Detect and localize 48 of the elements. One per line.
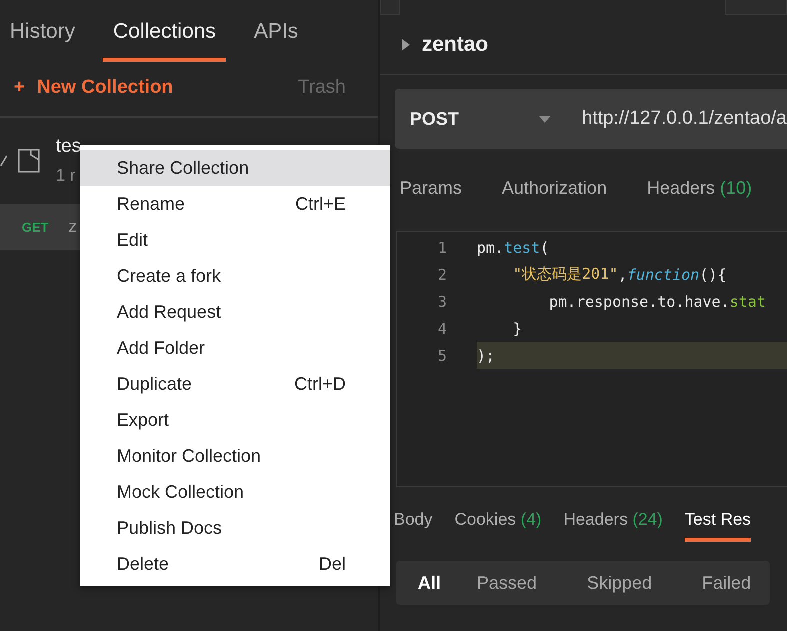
- response-tab[interactable]: Test Res: [684, 502, 752, 542]
- menu-item[interactable]: Monitor Collection: [80, 438, 390, 474]
- menu-item[interactable]: Delete Del: [80, 546, 390, 582]
- response-tab[interactable]: Headers (24): [564, 502, 663, 542]
- caret-icon[interactable]: [402, 39, 410, 51]
- response-tab[interactable]: Cookies (4): [454, 502, 542, 542]
- url-field[interactable]: http://127.0.0.1/zentao/a: [582, 108, 787, 130]
- filter-option[interactable]: Skipped: [537, 572, 652, 594]
- code-line: pm.test(: [477, 238, 550, 258]
- line-number: 5: [436, 346, 448, 364]
- collection-meta: 1 r: [56, 166, 77, 186]
- folder-icon: [18, 149, 40, 173]
- sidebar-tab[interactable]: Collections: [103, 0, 226, 62]
- menu-item[interactable]: Add Folder: [80, 330, 390, 366]
- line-number: 1: [436, 238, 448, 256]
- request-title: zentao: [422, 33, 489, 57]
- menu-item[interactable]: Duplicate Ctrl+D: [80, 366, 390, 402]
- method-label: GET: [22, 220, 49, 234]
- code-line: }: [512, 318, 524, 340]
- menu-item[interactable]: Mock Collection: [80, 474, 390, 510]
- method-dropdown[interactable]: POST: [395, 108, 566, 130]
- request-tab[interactable]: Params: [400, 170, 462, 210]
- response-tab[interactable]: Body: [394, 502, 433, 542]
- request-tab[interactable]: Authorization: [502, 170, 608, 210]
- menu-item[interactable]: Share Collection: [80, 150, 390, 186]
- menu-item[interactable]: Create a fork: [80, 258, 390, 294]
- line-number: 4: [436, 320, 448, 338]
- menu-item[interactable]: Add Request: [80, 294, 390, 330]
- filter-option[interactable]: Passed: [441, 572, 538, 594]
- sidebar-tab[interactable]: APIs: [244, 0, 308, 62]
- code-line: "状态码是201",function(){: [512, 264, 728, 286]
- sidebar-tab[interactable]: History: [0, 0, 86, 62]
- menu-item[interactable]: Rename Ctrl+E: [80, 186, 390, 222]
- menu-item[interactable]: Edit: [80, 222, 390, 258]
- request-tab[interactable]: Headers (10): [647, 170, 752, 210]
- collection-name[interactable]: tes: [56, 136, 82, 158]
- filter-option[interactable]: Failed: [652, 572, 752, 594]
- caret-icon: [539, 116, 552, 122]
- line-number: 2: [436, 266, 448, 284]
- request-name[interactable]: z: [68, 217, 78, 237]
- code-line: pm.response.to.have.stat: [548, 292, 767, 312]
- code-editor[interactable]: 1 pm.test( 2 "状态码是201",function(){ 3 pm.response.to.have.stat 4 } 5 );: [396, 231, 787, 487]
- menu-item[interactable]: Publish Docs: [80, 510, 390, 546]
- menu-item[interactable]: Export: [80, 402, 390, 438]
- new-collection-button[interactable]: + New Collection: [14, 77, 174, 99]
- line-number: 3: [436, 292, 448, 310]
- chevron-icon[interactable]: [0, 155, 8, 167]
- filter-option[interactable]: All: [396, 572, 442, 594]
